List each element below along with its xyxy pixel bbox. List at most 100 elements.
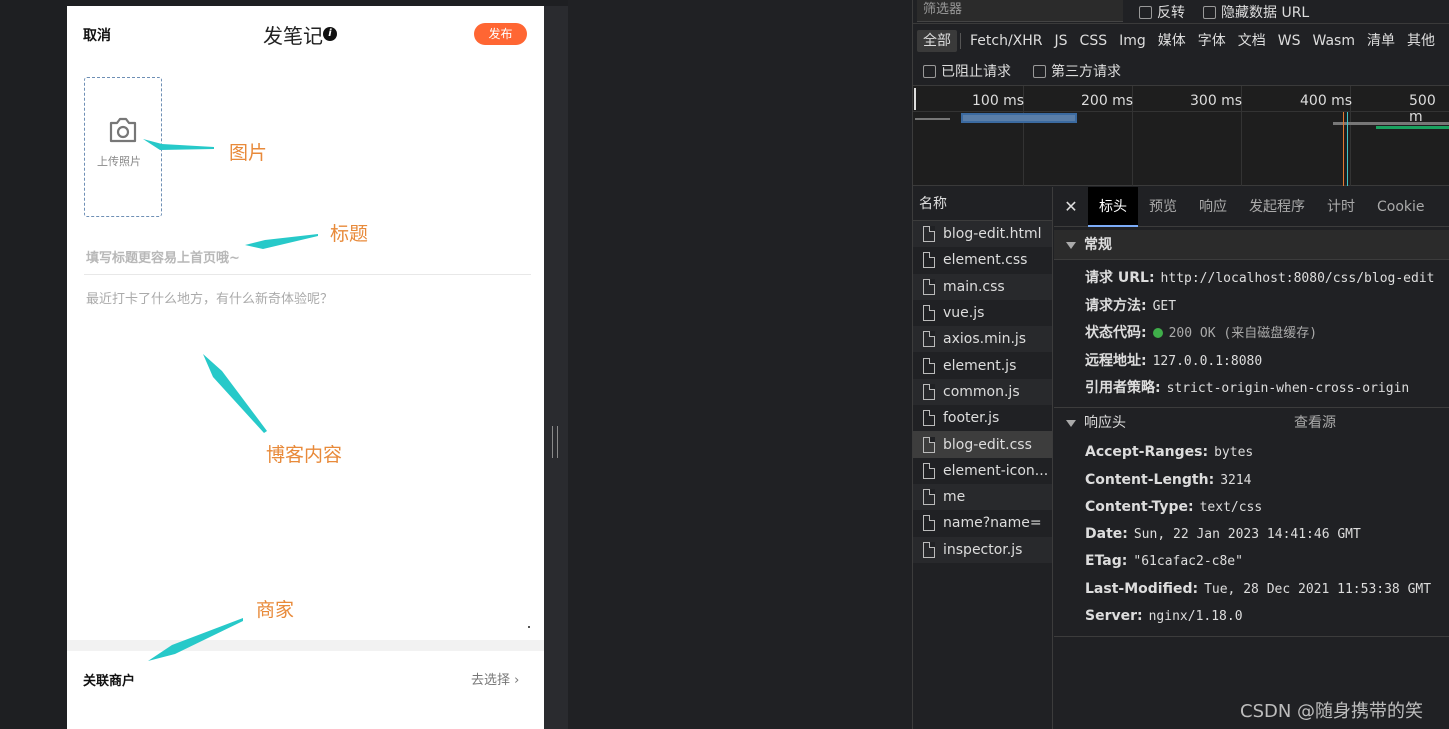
file-icon — [923, 410, 935, 427]
arrow-image — [143, 139, 214, 150]
type-filter-manifest[interactable]: 清单 — [1361, 30, 1401, 52]
file-icon — [923, 252, 935, 269]
request-row[interactable]: main.css — [913, 273, 1052, 300]
arrow-title — [245, 234, 318, 249]
type-filter-doc[interactable]: 文档 — [1232, 30, 1272, 52]
annotation-merchant: 商家 — [256, 599, 295, 621]
tab-initiator[interactable]: 发起程序 — [1238, 187, 1316, 227]
file-icon — [923, 357, 935, 374]
type-filter-js[interactable]: JS — [1049, 30, 1074, 52]
type-filter-img[interactable]: Img — [1113, 30, 1152, 52]
request-name-list: 名称 blog-edit.html element.css main.css v… — [913, 187, 1053, 729]
request-row[interactable]: me — [913, 483, 1052, 511]
type-filter-all[interactable]: 全部 — [917, 30, 957, 52]
response-header-row: ETag: "61cafac2-c8e" — [1085, 553, 1243, 569]
response-header-row: Last-Modified: Tue, 28 Dec 2021 11:53:38 … — [1085, 581, 1432, 597]
arrow-content — [203, 354, 267, 433]
devtools-network-panel: 筛选器 反转 隐藏数据 URL 全部 Fetch/XHR JS CSS Img … — [912, 0, 1449, 729]
checkbox-icon — [1203, 5, 1216, 19]
arrow-merchant — [148, 618, 243, 661]
tab-cookies[interactable]: Cookie — [1366, 187, 1436, 227]
status-ok-icon — [1152, 328, 1163, 338]
invert-checkbox[interactable]: 反转 — [1139, 2, 1185, 22]
request-row[interactable]: footer.js — [913, 405, 1052, 431]
collapse-triangle-icon — [1066, 241, 1076, 249]
type-filter-font[interactable]: 字体 — [1192, 30, 1232, 52]
file-icon — [923, 436, 935, 453]
request-row[interactable]: inspector.js — [913, 536, 1052, 563]
load-marker — [1347, 112, 1348, 186]
type-filter-ws[interactable]: WS — [1272, 30, 1307, 52]
general-section-header[interactable]: 常规 — [1054, 230, 1449, 260]
request-row[interactable]: vue.js — [913, 300, 1052, 326]
file-icon — [923, 489, 935, 506]
timeline-label: 200 ms — [1081, 93, 1134, 109]
type-filter-css[interactable]: CSS — [1074, 30, 1114, 52]
watermark: CSDN @随身携带的笑 — [1240, 701, 1424, 722]
general-referrer-policy: 引用者策略: strict-origin-when-cross-origin — [1085, 380, 1410, 396]
names-column-header[interactable]: 名称 — [913, 187, 1052, 221]
response-header-row: Date: Sun, 22 Jan 2023 14:41:46 GMT — [1085, 526, 1361, 542]
request-row[interactable]: common.js — [913, 378, 1052, 406]
timeline-overview[interactable]: 100 ms 200 ms 300 ms 400 ms 500 m — [913, 85, 1449, 186]
divider — [913, 23, 1449, 24]
divider — [1054, 636, 1449, 637]
general-request-method: 请求方法: GET — [1085, 298, 1177, 314]
dom-content-loaded-marker — [1343, 112, 1344, 186]
type-filter-media[interactable]: 媒体 — [1152, 30, 1192, 52]
file-icon — [923, 305, 935, 322]
tab-response[interactable]: 响应 — [1188, 187, 1238, 227]
third-party-checkbox[interactable]: 第三方请求 — [1033, 61, 1121, 81]
request-row[interactable]: blog-edit.html — [913, 221, 1052, 248]
annotation-title: 标题 — [330, 223, 369, 245]
timeline-label: 100 ms — [972, 93, 1025, 109]
request-row[interactable]: axios.min.js — [913, 326, 1052, 353]
request-bar — [1333, 122, 1449, 125]
file-icon — [923, 541, 935, 558]
file-icon — [923, 226, 935, 243]
type-filter-other[interactable]: 其他 — [1401, 30, 1441, 52]
filter-input[interactable]: 筛选器 — [917, 0, 1123, 22]
request-row-selected[interactable]: blog-edit.css — [913, 431, 1052, 458]
timeline-label: 500 m — [1409, 93, 1436, 125]
general-status-code: 状态代码: 200 OK (来自磁盘缓存) — [1085, 325, 1318, 341]
empty-area — [568, 0, 912, 729]
divider — [960, 33, 961, 49]
request-bar — [961, 113, 1077, 123]
timeline-label: 300 ms — [1190, 93, 1243, 109]
request-row[interactable]: element.css — [913, 247, 1052, 273]
timeline-label: 400 ms — [1300, 93, 1353, 109]
request-row[interactable]: element.js — [913, 352, 1052, 378]
file-icon — [923, 462, 935, 479]
file-icon — [923, 515, 935, 532]
checkbox-icon — [1033, 64, 1046, 78]
file-icon — [923, 278, 935, 295]
checkbox-icon — [923, 64, 936, 78]
view-source-link[interactable]: 查看源 — [1294, 408, 1336, 438]
type-filter-fetch[interactable]: Fetch/XHR — [964, 30, 1049, 52]
request-row[interactable]: name?name= — [913, 510, 1052, 536]
blocked-requests-checkbox[interactable]: 已阻止请求 — [923, 61, 1011, 81]
request-bar — [915, 118, 950, 120]
type-filter-wasm[interactable]: Wasm — [1307, 30, 1361, 52]
annotation-image: 图片 — [229, 142, 268, 164]
response-header-row: Content-Type: text/css — [1085, 499, 1263, 515]
response-header-row: Accept-Ranges: bytes — [1085, 444, 1254, 460]
general-request-url: 请求 URL: http://localhost:8080/css/blog-ed… — [1085, 270, 1435, 286]
timeline-cursor — [914, 88, 916, 110]
close-icon[interactable]: ✕ — [1054, 197, 1088, 216]
request-row[interactable]: element-icon... — [913, 458, 1052, 484]
tab-preview[interactable]: 预览 — [1138, 187, 1188, 227]
response-headers-section-header[interactable]: 响应头 查看源 — [1054, 408, 1449, 438]
type-filter-bar: 全部 Fetch/XHR JS CSS Img 媒体 字体 文档 WS Wasm… — [917, 30, 1441, 52]
hide-data-urls-checkbox[interactable]: 隐藏数据 URL — [1203, 2, 1309, 22]
file-icon — [923, 331, 935, 348]
request-details: ✕ 标头 预览 响应 发起程序 计时 Cookie 常规 请求 URL: http… — [1054, 186, 1449, 729]
annotation-content: 博客内容 — [266, 444, 343, 466]
details-tabs: ✕ 标头 预览 响应 发起程序 计时 Cookie — [1054, 186, 1449, 227]
tab-timing[interactable]: 计时 — [1316, 187, 1366, 227]
file-icon — [923, 383, 935, 400]
tab-headers[interactable]: 标头 — [1088, 186, 1138, 227]
response-header-row: Server: nginx/1.18.0 — [1085, 608, 1243, 624]
request-bar — [1376, 126, 1449, 129]
